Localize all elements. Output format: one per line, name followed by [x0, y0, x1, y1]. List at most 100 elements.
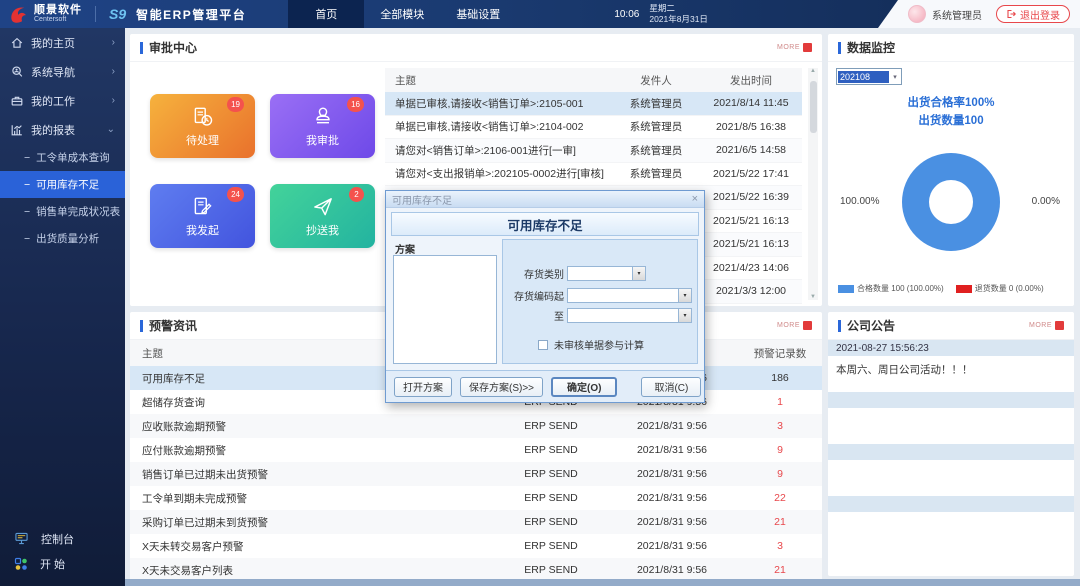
- notice-date: [828, 496, 1074, 512]
- code-from-dropdown-icon[interactable]: ▾: [679, 287, 692, 303]
- notice-date: 2021-08-27 15:56:23: [828, 340, 1074, 356]
- approval-row[interactable]: 请您对<支出报销单>:202105-0002进行[审核] 系统管理员 2021/…: [385, 163, 802, 186]
- category-dropdown-icon[interactable]: ▾: [633, 265, 646, 281]
- approval-row[interactable]: 单据已审核,请接收<销售订单>:2104-002 系统管理员 2021/8/5 …: [385, 116, 802, 139]
- sidebar-subitem[interactable]: − 工令单成本查询: [0, 144, 125, 171]
- dialog-title: 可用库存不足: [392, 195, 452, 207]
- top-bar: 顺景软件 Centersoft S9 智能ERP管理平台 首页 全部模块 基础设…: [0, 0, 1080, 28]
- alert-count: 1: [777, 396, 783, 408]
- category-input[interactable]: [567, 265, 633, 281]
- approval-tiles: 19 待处理 16 我审批 24 我发起 2 抄送我: [150, 94, 375, 248]
- alert-sender: ERP SEND: [524, 564, 578, 576]
- console-icon: [14, 532, 29, 545]
- code-to-input[interactable]: [567, 307, 679, 323]
- tile-initiated-by-me[interactable]: 24 我发起: [150, 184, 255, 248]
- tile-pending[interactable]: 19 待处理: [150, 94, 255, 158]
- divider: [95, 6, 96, 22]
- panel-title: 预警资讯: [149, 319, 198, 333]
- shipment-qty-label: 出货数量100: [918, 115, 984, 128]
- close-icon[interactable]: ×: [692, 193, 698, 205]
- start-button[interactable]: 开 始: [0, 551, 125, 576]
- approval-row[interactable]: 请您对<销售订单>:2106-001进行[一审] 系统管理员 2021/6/5 …: [385, 139, 802, 163]
- nav-item-modules[interactable]: 全部模块: [364, 0, 440, 28]
- cc-count-badge: 2: [349, 187, 364, 202]
- logout-icon: [1006, 9, 1016, 19]
- approval-time: 2021/6/5 14:58: [715, 144, 787, 157]
- period-select[interactable]: 202108 ▾: [836, 68, 902, 85]
- alert-row[interactable]: 采购订单已过期未到货预警 ERP SEND 2021/8/31 9:56 21: [130, 510, 822, 534]
- unaudited-checkbox-row: 未审核单据参与计算: [538, 337, 644, 352]
- approval-time: 2021/5/22 17:41: [713, 167, 789, 180]
- scroll-down-icon[interactable]: ▼: [810, 294, 816, 300]
- sidebar-item-work[interactable]: 我的工作 ›: [0, 86, 125, 115]
- tile-cc-me[interactable]: 2 抄送我: [270, 184, 375, 248]
- alert-time: 2021/8/31 9:56: [636, 564, 708, 576]
- console-button[interactable]: 控制台: [0, 526, 125, 551]
- alert-sender: ERP SEND: [524, 444, 578, 456]
- cancel-button[interactable]: 取消(C): [641, 376, 702, 397]
- nav-item-home[interactable]: 首页: [288, 0, 365, 28]
- dialog-titlebar[interactable]: 可用库存不足 ×: [386, 191, 704, 208]
- alert-time: 2021/8/31 9:56: [636, 516, 708, 528]
- sidebar-item-reports[interactable]: 我的报表 ⌄: [0, 115, 125, 144]
- notice-text: [828, 460, 1074, 496]
- unaudited-checkbox[interactable]: [538, 339, 548, 350]
- shipment-stats: 出货合格率100% 出货数量100: [828, 94, 1074, 131]
- notice-item[interactable]: 2021-08-27 15:56:23 本周六、周日公司活动！！！: [828, 340, 1074, 392]
- my-approvals-count-badge: 16: [347, 97, 364, 112]
- legend-return: 退货数量 0 (0.00%): [955, 283, 1044, 294]
- alert-row[interactable]: 工令单到期未完成预警 ERP SEND 2021/8/31 9:56 22: [130, 486, 822, 510]
- code-to-dropdown-icon[interactable]: ▾: [679, 307, 692, 323]
- notice-list: 2021-08-27 15:56:23 本周六、周日公司活动！！！: [828, 340, 1074, 576]
- alert-sender: ERP SEND: [524, 420, 578, 432]
- bar-chart-icon: [10, 123, 24, 137]
- sidebar-item-home[interactable]: 我的主页 ›: [0, 28, 125, 57]
- clock: 10:06 星期二 2021年8月31日: [614, 3, 708, 25]
- sidebar-subitem[interactable]: − 出货质量分析: [0, 225, 125, 252]
- approval-scrollbar[interactable]: ▲ ▼: [808, 68, 818, 300]
- bottom-strip: [125, 579, 1080, 586]
- notice-item[interactable]: [828, 392, 1074, 444]
- more-button[interactable]: MORE: [1029, 321, 1064, 330]
- paper-plane-icon: [311, 195, 335, 219]
- save-scheme-button[interactable]: 保存方案(S)>>: [460, 376, 544, 397]
- alert-row[interactable]: 应付账款逾期预警 ERP SEND 2021/8/31 9:56 9: [130, 438, 822, 462]
- approval-time: 2021/8/5 16:38: [715, 120, 787, 133]
- field-category: 存货类别 ▾: [504, 265, 646, 281]
- approval-subject: 单据已审核,请接收<销售订单>:2105-001: [395, 97, 584, 110]
- logout-button[interactable]: 退出登录: [996, 5, 1070, 23]
- approval-row[interactable]: 单据已审核,请接收<销售订单>:2105-001 系统管理员 2021/8/14…: [385, 92, 802, 116]
- time-label: 10:06: [614, 8, 640, 20]
- approval-time: 2021/8/14 11:45: [713, 97, 789, 110]
- panel-header: 数据监控: [828, 34, 1074, 62]
- code-from-input[interactable]: [567, 287, 679, 303]
- sidebar-item-navigation[interactable]: 系统导航 ›: [0, 57, 125, 86]
- scheme-listbox[interactable]: [393, 255, 497, 364]
- alert-row[interactable]: 销售订单已过期未出货预警 ERP SEND 2021/8/31 9:56 9: [130, 462, 822, 486]
- notice-text: [828, 512, 1074, 548]
- dash-marker: −: [24, 178, 31, 191]
- approval-time: 2021/5/21 16:13: [713, 238, 789, 251]
- approval-sender: 系统管理员: [629, 144, 683, 157]
- sidebar-subitem[interactable]: − 销售单完成状况表: [0, 198, 125, 225]
- insufficient-stock-dialog: 可用库存不足 × 可用库存不足 方案 存货类别 ▾ 存货编码起 ▾ 至 ▾ 未审…: [385, 190, 705, 403]
- more-button[interactable]: MORE: [777, 321, 812, 330]
- scroll-up-icon[interactable]: ▲: [810, 68, 816, 74]
- ok-button[interactable]: 确定(O): [551, 376, 618, 397]
- open-scheme-button[interactable]: 打开方案: [394, 376, 452, 397]
- notice-item[interactable]: [828, 496, 1074, 548]
- alert-subject: 工令单到期未完成预警: [142, 492, 247, 505]
- panel-title: 审批中心: [149, 41, 198, 55]
- alert-row[interactable]: X天未转交易客户预警 ERP SEND 2021/8/31 9:56 3: [130, 534, 822, 558]
- sidebar-subitem[interactable]: − 可用库存不足: [0, 171, 125, 198]
- notice-item[interactable]: [828, 444, 1074, 496]
- more-icon: [803, 43, 812, 52]
- nav-item-settings[interactable]: 基础设置: [440, 0, 516, 28]
- scroll-thumb[interactable]: [809, 81, 817, 133]
- scheme-label: 方案: [395, 245, 415, 256]
- stamp-icon: [311, 105, 335, 129]
- approval-sender: 系统管理员: [629, 97, 683, 110]
- tile-my-approvals[interactable]: 16 我审批: [270, 94, 375, 158]
- alert-row[interactable]: 应收账款逾期预警 ERP SEND 2021/8/31 9:56 3: [130, 414, 822, 438]
- more-button[interactable]: MORE: [777, 43, 812, 52]
